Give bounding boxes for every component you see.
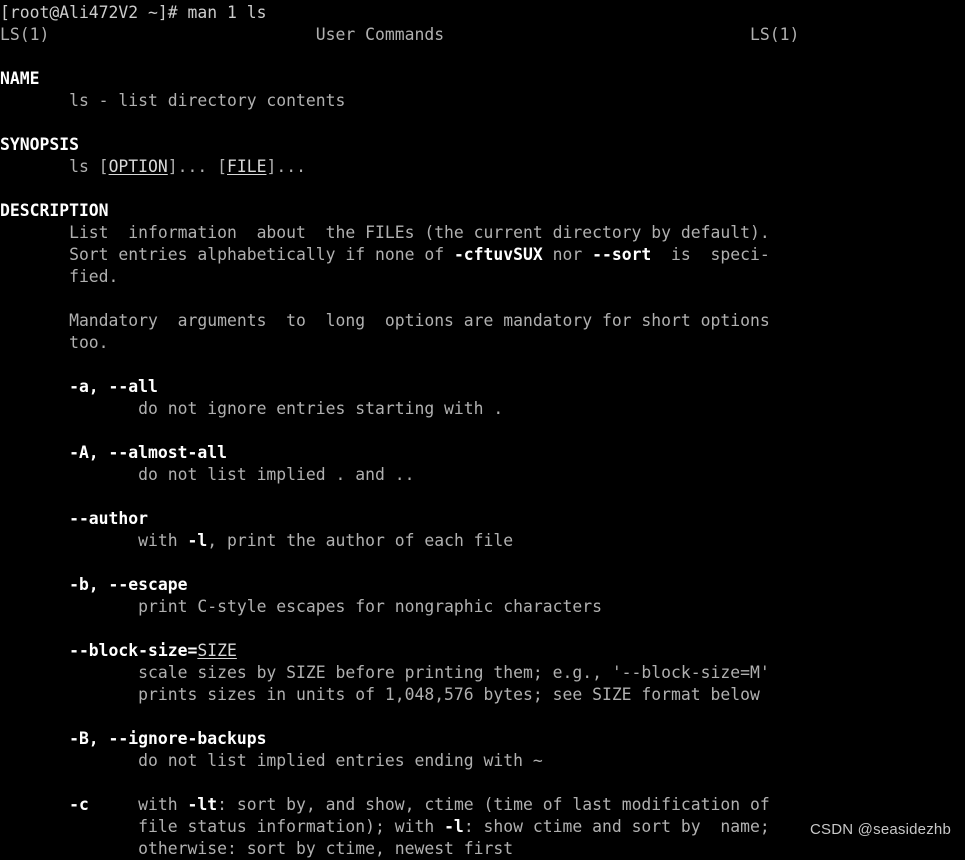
option-entry-ctime: -c with -lt: sort by, and show, ctime (t… xyxy=(0,794,965,816)
synopsis-suffix: ]... xyxy=(266,157,306,176)
spacer-row xyxy=(0,486,965,508)
option-description-line: do not ignore entries starting with . xyxy=(0,398,965,420)
option-description-text-b: , print the author of each file xyxy=(207,531,514,550)
option-description-line: do not list implied . and .. xyxy=(0,464,965,486)
option-entry-author: --author xyxy=(0,508,965,530)
description-text-a: Sort entries alphabetically if none of xyxy=(0,245,454,264)
option-description-line: do not list implied entries ending with … xyxy=(0,750,965,772)
option-entry-escape: -b, --escape xyxy=(0,574,965,596)
spacer-row xyxy=(0,288,965,310)
inline-flag-cftuvsux: -cftuvSUX xyxy=(453,245,543,264)
description-text-c: is speci- xyxy=(651,245,770,264)
option-description-text: otherwise: sort by ctime, newest first xyxy=(0,839,514,858)
section-heading-synopsis-text: SYNOPSIS xyxy=(0,135,79,154)
section-heading-name: NAME xyxy=(0,68,965,90)
option-flags: -a, --all xyxy=(0,377,158,396)
option-entry-ignore-backups: -B, --ignore-backups xyxy=(0,728,965,750)
synopsis-arg-option: OPTION xyxy=(108,157,168,176)
option-entry-all: -a, --all xyxy=(0,376,965,398)
description-line: List information about the FILEs (the cu… xyxy=(0,222,965,244)
section-heading-description-text: DESCRIPTION xyxy=(0,201,109,220)
description-line: fied. xyxy=(0,266,965,288)
spacer-row xyxy=(0,552,965,574)
option-description-line: prints sizes in units of 1,048,576 bytes… xyxy=(0,684,965,706)
section-heading-synopsis: SYNOPSIS xyxy=(0,134,965,156)
spacer-row xyxy=(0,618,965,640)
inline-flag-l: -l xyxy=(187,531,208,550)
option-description-text: scale sizes by SIZE before printing them… xyxy=(0,663,770,682)
man-header-line: LS(1) User Commands LS(1) xyxy=(0,24,965,46)
inline-flag-sort: --sort xyxy=(592,245,652,264)
description-text: too. xyxy=(0,333,109,352)
inline-flag-lt: -lt xyxy=(187,795,218,814)
option-entry-block-size: --block-size=SIZE xyxy=(0,640,965,662)
option-description-text: print C-style escapes for nongraphic cha… xyxy=(0,597,602,616)
option-description-text: do not ignore entries starting with . xyxy=(0,399,504,418)
spacer-row xyxy=(0,772,965,794)
option-flags: -b, --escape xyxy=(0,575,188,594)
synopsis-prefix: ls [ xyxy=(0,157,109,176)
description-text: Mandatory arguments to long options are … xyxy=(0,311,770,330)
description-text: fied. xyxy=(0,267,119,286)
synopsis-body-line: ls [OPTION]... [FILE]... xyxy=(0,156,965,178)
option-description-line: scale sizes by SIZE before printing them… xyxy=(0,662,965,684)
synopsis-middle: ]... [ xyxy=(167,157,227,176)
option-description-text-a: with xyxy=(88,795,188,814)
man-header-gap-1 xyxy=(49,25,315,44)
section-heading-description: DESCRIPTION xyxy=(0,200,965,222)
option-entry-almost-all: -A, --almost-all xyxy=(0,442,965,464)
spacer-row xyxy=(0,112,965,134)
spacer-row xyxy=(0,354,965,376)
spacer-row xyxy=(0,706,965,728)
description-text: List information about the FILEs (the cu… xyxy=(0,223,770,242)
option-arg-size: SIZE xyxy=(197,641,237,660)
option-description-text-b: : sort by, and show, ctime (time of last… xyxy=(217,795,770,814)
man-header-right: LS(1) xyxy=(750,25,800,44)
option-flags: -c xyxy=(0,795,89,814)
description-text-b: nor xyxy=(542,245,593,264)
man-header-center: User Commands xyxy=(315,25,445,44)
inline-flag-l: -l xyxy=(444,817,464,836)
terminal-window[interactable]: [root@Ali472V2 ~]# man 1 ls LS(1) User C… xyxy=(0,0,965,858)
option-description-line: print C-style escapes for nongraphic cha… xyxy=(0,596,965,618)
description-line: too. xyxy=(0,332,965,354)
spacer-row xyxy=(0,420,965,442)
spacer-row xyxy=(0,46,965,68)
name-body-line: ls - list directory contents xyxy=(0,90,965,112)
option-flags: --author xyxy=(0,509,149,528)
option-description-text-a: file status information); with xyxy=(0,817,445,836)
prompt-text: [root@Ali472V2 ~]# man 1 ls xyxy=(0,3,267,22)
option-description-line: with -l, print the author of each file xyxy=(0,530,965,552)
terminal-screen: [root@Ali472V2 ~]# man 1 ls LS(1) User C… xyxy=(0,0,965,860)
option-description-text: prints sizes in units of 1,048,576 bytes… xyxy=(0,685,760,704)
section-heading-name-text: NAME xyxy=(0,69,40,88)
option-description-text: do not list implied . and .. xyxy=(0,465,415,484)
synopsis-arg-file: FILE xyxy=(227,157,267,176)
option-flags: --block-size= xyxy=(0,641,198,660)
option-flags: -B, --ignore-backups xyxy=(0,729,267,748)
option-description-text: do not list implied entries ending with … xyxy=(0,751,543,770)
option-description-line: file status information); with -l: show … xyxy=(0,816,965,838)
shell-prompt-line: [root@Ali472V2 ~]# man 1 ls xyxy=(0,2,965,24)
spacer-row xyxy=(0,178,965,200)
description-line: Sort entries alphabetically if none of -… xyxy=(0,244,965,266)
option-description-text-b: : show ctime and sort by name; xyxy=(463,817,770,836)
option-flags: -A, --almost-all xyxy=(0,443,227,462)
man-header-left: LS(1) xyxy=(0,25,50,44)
name-body-text: ls - list directory contents xyxy=(0,91,346,110)
option-description-text-a: with xyxy=(0,531,188,550)
option-description-line: otherwise: sort by ctime, newest first xyxy=(0,838,965,860)
man-header-gap-2 xyxy=(444,25,750,44)
description-line: Mandatory arguments to long options are … xyxy=(0,310,965,332)
